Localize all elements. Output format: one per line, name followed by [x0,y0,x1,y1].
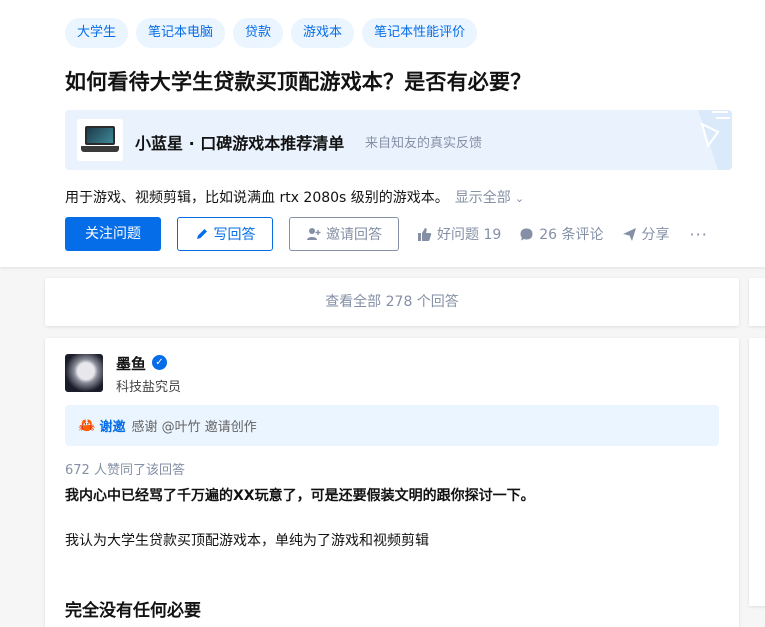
topic-tag[interactable]: 游戏本 [291,18,355,48]
thanks-text: 感谢 @叶竹 邀请创作 [131,420,257,435]
thumbs-up-icon [418,227,432,241]
chevron-down-icon[interactable]: ⌄ [515,192,524,205]
answer-paragraph: 我认为大学生贷款买顶配游戏本，单纯为了游戏和视频剪辑 [65,533,429,549]
sidebar-card [749,338,765,606]
topic-list: 大学生 笔记本电脑 贷款 游戏本 笔记本性能评价 [65,18,485,48]
answer-heading: 完全没有任何必要 [65,601,201,621]
banner-title: 小蓝星 · 口碑游戏本推荐清单 [135,134,345,153]
author-bio: 科技盐究员 [116,380,182,395]
comments-button[interactable]: 26 条评论 [519,224,604,244]
star-decoration-icon [698,110,732,170]
invitation-notice: 🦀 谢邀 感谢 @叶竹 邀请创作 [65,405,719,446]
laptop-thumbnail [77,119,123,161]
answer-paragraph-bold: 我内心中已经骂了千万遍的XX玩意了，可是还要假装文明的跟你探讨一下。 [65,488,535,504]
good-question-button[interactable]: 好问题 19 [417,224,501,244]
topic-tag[interactable]: 笔记本性能评价 [362,18,478,48]
avatar[interactable] [65,354,103,392]
comments-label: 26 条评论 [539,227,604,243]
topic-tag[interactable]: 大学生 [65,18,129,48]
follow-question-button[interactable]: 关注问题 [65,217,161,251]
good-question-label: 好问题 19 [437,227,502,243]
topic-tag[interactable]: 贷款 [233,18,284,48]
verified-badge-icon: ✓ [152,355,167,370]
question-actions: 关注问题 写回答 邀请回答 好问题 19 26 条评论 分享 ··· [65,217,708,251]
author-name[interactable]: 墨鱼 [116,353,146,374]
excerpt-text: 用于游戏、视频剪辑，比如说满血 rtx 2080s 级别的游戏本。 [65,190,449,206]
share-label: 分享 [641,227,670,243]
banner-subtitle: 来自知友的真实反馈 [365,136,483,151]
question-title: 如何看待大学生贷款买顶配游戏本？是否有必要？ [65,70,532,94]
thanks-label: 谢邀 [99,420,126,435]
question-excerpt: 用于游戏、视频剪辑，比如说满血 rtx 2080s 级别的游戏本。 显示全部 ⌄ [65,187,524,207]
show-all-link[interactable]: 显示全部 [455,190,511,206]
share-icon [622,227,636,241]
pencil-icon [196,229,207,239]
view-all-answers-button[interactable]: 查看全部 278 个回答 [45,278,739,326]
sidebar-card [749,278,765,326]
write-answer-button[interactable]: 写回答 [177,217,273,251]
more-options-icon[interactable]: ··· [690,225,708,244]
comment-icon [520,228,533,240]
crab-icon: 🦀 [78,417,96,434]
add-user-icon [307,228,321,240]
question-header: 大学生 笔记本电脑 贷款 游戏本 笔记本性能评价 如何看待大学生贷款买顶配游戏本… [0,0,765,267]
write-answer-label: 写回答 [213,227,256,243]
answer-card: 墨鱼 ✓ 科技盐究员 🦀 谢邀 感谢 @叶竹 邀请创作 672 人赞同了该回答 … [45,338,739,627]
topic-tag[interactable]: 笔记本电脑 [136,18,226,48]
vote-count: 672 人赞同了该回答 [65,463,185,478]
invite-answer-button[interactable]: 邀请回答 [289,217,399,251]
invite-answer-label: 邀请回答 [326,227,382,243]
share-button[interactable]: 分享 [622,224,670,244]
promo-banner[interactable]: 小蓝星 · 口碑游戏本推荐清单 来自知友的真实反馈 [65,110,732,170]
